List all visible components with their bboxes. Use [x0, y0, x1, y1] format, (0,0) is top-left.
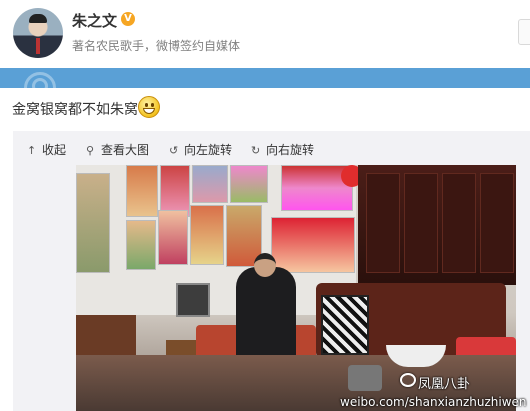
poster — [230, 165, 268, 203]
collapse-button[interactable]: ↑ 收起 — [27, 141, 66, 158]
verified-badge-icon: V — [121, 12, 135, 26]
emoji-eye-right — [151, 103, 154, 107]
profile-banner — [0, 68, 530, 88]
poster — [126, 220, 156, 270]
rotate-left-icon: ↺ — [169, 144, 179, 157]
avatar-hair — [29, 14, 47, 23]
cabinet-door — [366, 173, 400, 273]
follow-button[interactable] — [518, 19, 530, 45]
weibo-watermark-inner-icon — [32, 78, 48, 88]
checkered-bag — [321, 295, 369, 355]
poster — [126, 165, 158, 217]
emoji-eye-left — [145, 103, 148, 107]
rotate-right-button[interactable]: ↻ 向右旋转 — [251, 141, 314, 158]
poster — [271, 217, 355, 273]
arrow-up-icon: ↑ — [27, 144, 37, 157]
cabinet-door — [442, 173, 476, 273]
media-panel: ↑ 收起 ⚲ 查看大图 ↺ 向左旋转 ↻ 向右旋转 — [13, 131, 530, 411]
watermark-brand: 凤凰八卦 — [418, 377, 471, 392]
speaker-box — [176, 283, 210, 317]
poster — [76, 173, 110, 273]
avatar-tie — [36, 38, 40, 54]
profile-header: 朱之文 V 著名农民歌手，微博签约自媒体 — [0, 0, 530, 68]
view-large-label: 查看大图 — [101, 143, 150, 157]
cabinet-door — [480, 173, 514, 273]
poster — [192, 165, 228, 203]
poster — [190, 205, 224, 265]
avatar[interactable] — [13, 8, 63, 58]
wooden-cabinet — [358, 165, 516, 285]
rotate-right-label: 向右旋转 — [266, 143, 315, 157]
username[interactable]: 朱之文 — [72, 10, 117, 31]
emoji-mouth — [143, 108, 155, 114]
user-bio: 著名农民歌手，微博签约自媒体 — [72, 39, 241, 53]
collapse-label: 收起 — [42, 143, 67, 157]
person-head — [254, 253, 276, 277]
poster — [158, 210, 188, 265]
post-text: 金窝银窝都不如朱窝 — [12, 102, 138, 118]
rotate-left-label: 向左旋转 — [184, 143, 233, 157]
magnifier-icon: ⚲ — [86, 144, 95, 157]
view-large-button[interactable]: ⚲ 查看大图 — [86, 141, 149, 158]
rotate-right-icon: ↻ — [251, 144, 261, 157]
media-toolbar: ↑ 收起 ⚲ 查看大图 ↺ 向左旋转 ↻ 向右旋转 — [13, 131, 530, 165]
watermark-url: weibo.com/shanxianzhuzhiwen — [340, 395, 527, 409]
metal-pot — [348, 365, 382, 391]
rotate-left-button[interactable]: ↺ 向左旋转 — [169, 141, 232, 158]
wechat-watermark-icon — [400, 373, 416, 387]
grin-emoji-icon — [138, 96, 160, 118]
cabinet-door — [404, 173, 438, 273]
